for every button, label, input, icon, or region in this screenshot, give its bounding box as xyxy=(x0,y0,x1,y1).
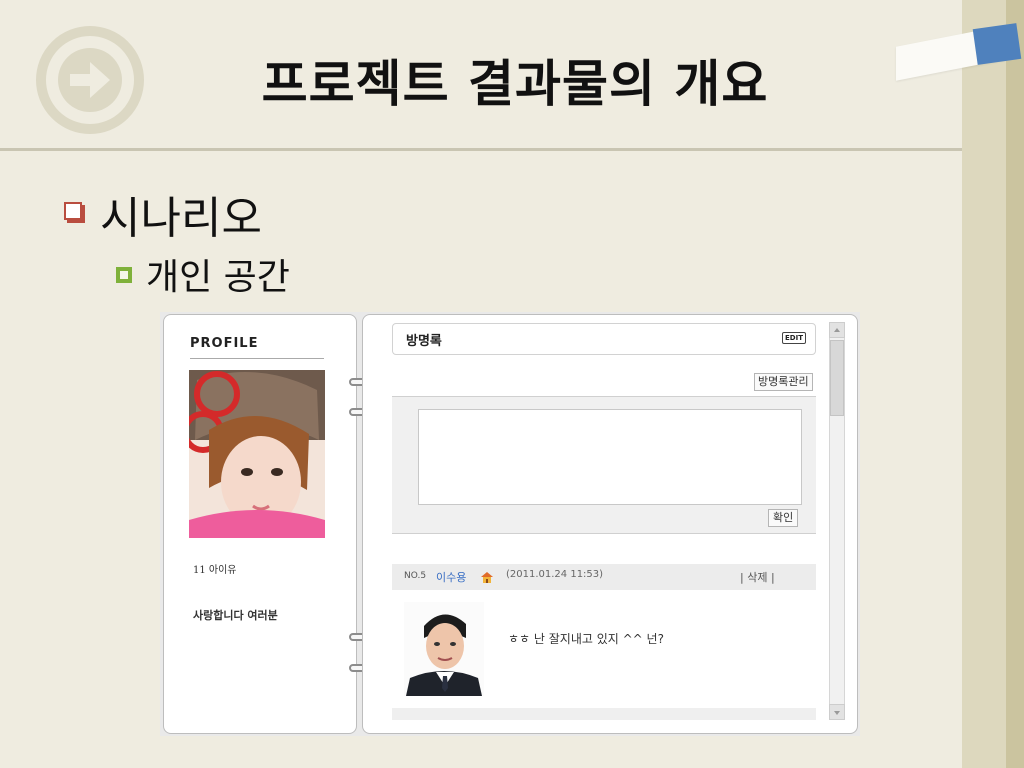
bullet-small-square-icon xyxy=(116,267,132,283)
entry-author-link[interactable]: 이수용 xyxy=(436,569,466,585)
home-icon[interactable] xyxy=(480,569,494,583)
entry-message: ㅎㅎ 난 잘지내고 있지 ^^ 넌? xyxy=(508,632,664,646)
scroll-up-icon[interactable] xyxy=(829,322,845,338)
bullet-level2-text: 개인 공간 xyxy=(146,257,290,298)
profile-heading: PROFILE xyxy=(190,336,259,351)
scroll-down-icon[interactable] xyxy=(829,704,845,720)
profile-divider xyxy=(190,358,324,359)
entry-number: NO.5 xyxy=(404,571,427,581)
bullet-level1-text: 시나리오 xyxy=(100,193,262,244)
guestbook-header xyxy=(392,323,816,355)
profile-photo xyxy=(189,370,325,538)
delete-link[interactable]: | 삭제 | xyxy=(740,569,775,585)
arrow-right-icon xyxy=(36,26,144,134)
title-divider xyxy=(0,148,962,151)
guestbook-manage-button[interactable]: 방명록관리 xyxy=(754,373,813,391)
right-accent-stripe xyxy=(1006,0,1024,768)
confirm-button[interactable]: 확인 xyxy=(768,509,799,527)
guestbook-textarea[interactable] xyxy=(418,409,802,505)
entry-date: (2011.01.24 11:53) xyxy=(506,569,604,580)
writer-photo xyxy=(404,602,484,696)
guestbook-title: 방명록 xyxy=(406,334,442,349)
slide-title: 프로젝트 결과물의 개요 xyxy=(261,55,769,113)
bullet-square-icon xyxy=(64,202,82,220)
decorative-blue-square xyxy=(972,23,1022,65)
profile-message: 사랑합니다 여러분 xyxy=(193,609,278,622)
edit-button[interactable]: EDIT xyxy=(782,332,806,344)
scrollbar-thumb[interactable] xyxy=(830,340,844,416)
profile-name: 11 아이유 xyxy=(193,565,237,576)
entry-footer xyxy=(392,708,816,720)
